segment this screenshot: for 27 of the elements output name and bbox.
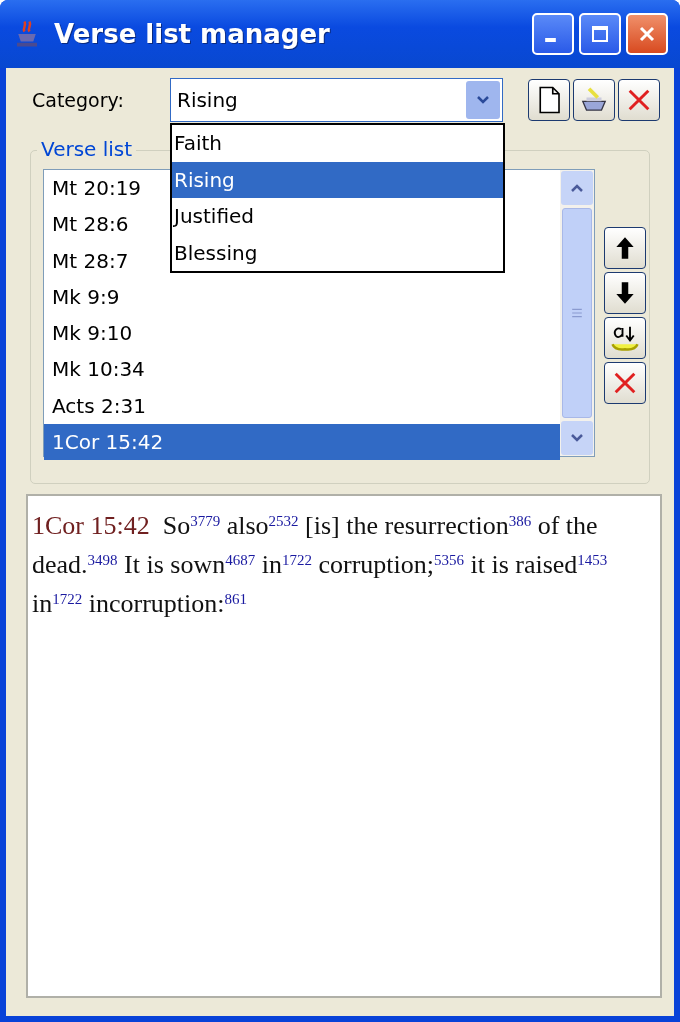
dropdown-option[interactable]: Justified [172, 198, 503, 235]
dropdown-option[interactable]: Rising [172, 161, 503, 198]
rename-list-button[interactable] [573, 79, 615, 121]
close-icon [637, 24, 657, 44]
dropdown-option[interactable]: Faith [172, 125, 503, 162]
verse-list-item[interactable]: Mk 9:9 [44, 278, 560, 316]
verse-list-item[interactable]: Acts 2:31 [44, 387, 560, 425]
minimize-icon [544, 38, 556, 42]
minimize-button[interactable] [532, 13, 574, 55]
new-list-button[interactable] [528, 79, 570, 121]
sort-button[interactable] [604, 317, 646, 359]
close-button[interactable] [626, 13, 668, 55]
verse-text: 1Cor 15:42 So$^{3779}$ also$^{2532}$ [is] the resurrection$^{386}$ of the dead.$^{3498}$ It is sown$^{4687}$ in$^{1722}$ corruption;$^{5356}$ it is raised$^{1453}$ in$^{1722}$ incorruption:$^{861}$ [32, 510, 609, 620]
scrollbar[interactable] [560, 170, 594, 456]
window-title: Verse list manager [54, 19, 331, 49]
verse-list-item[interactable]: Mk 9:10 [44, 315, 560, 352]
move-down-button[interactable] [604, 272, 646, 314]
maximize-icon [590, 24, 610, 44]
delete-list-button[interactable] [618, 79, 660, 121]
verse-list-item[interactable]: Mk 10:34 [44, 351, 560, 388]
move-up-button[interactable] [604, 227, 646, 269]
maximize-button[interactable] [579, 13, 621, 55]
grip-icon [571, 307, 583, 319]
category-label: Category: [31, 89, 125, 111]
dropdown-option[interactable]: Blessing [172, 234, 503, 271]
remove-verse-button[interactable] [604, 362, 646, 404]
verse-list-item[interactable]: 1Cor 15:42 [44, 424, 560, 461]
